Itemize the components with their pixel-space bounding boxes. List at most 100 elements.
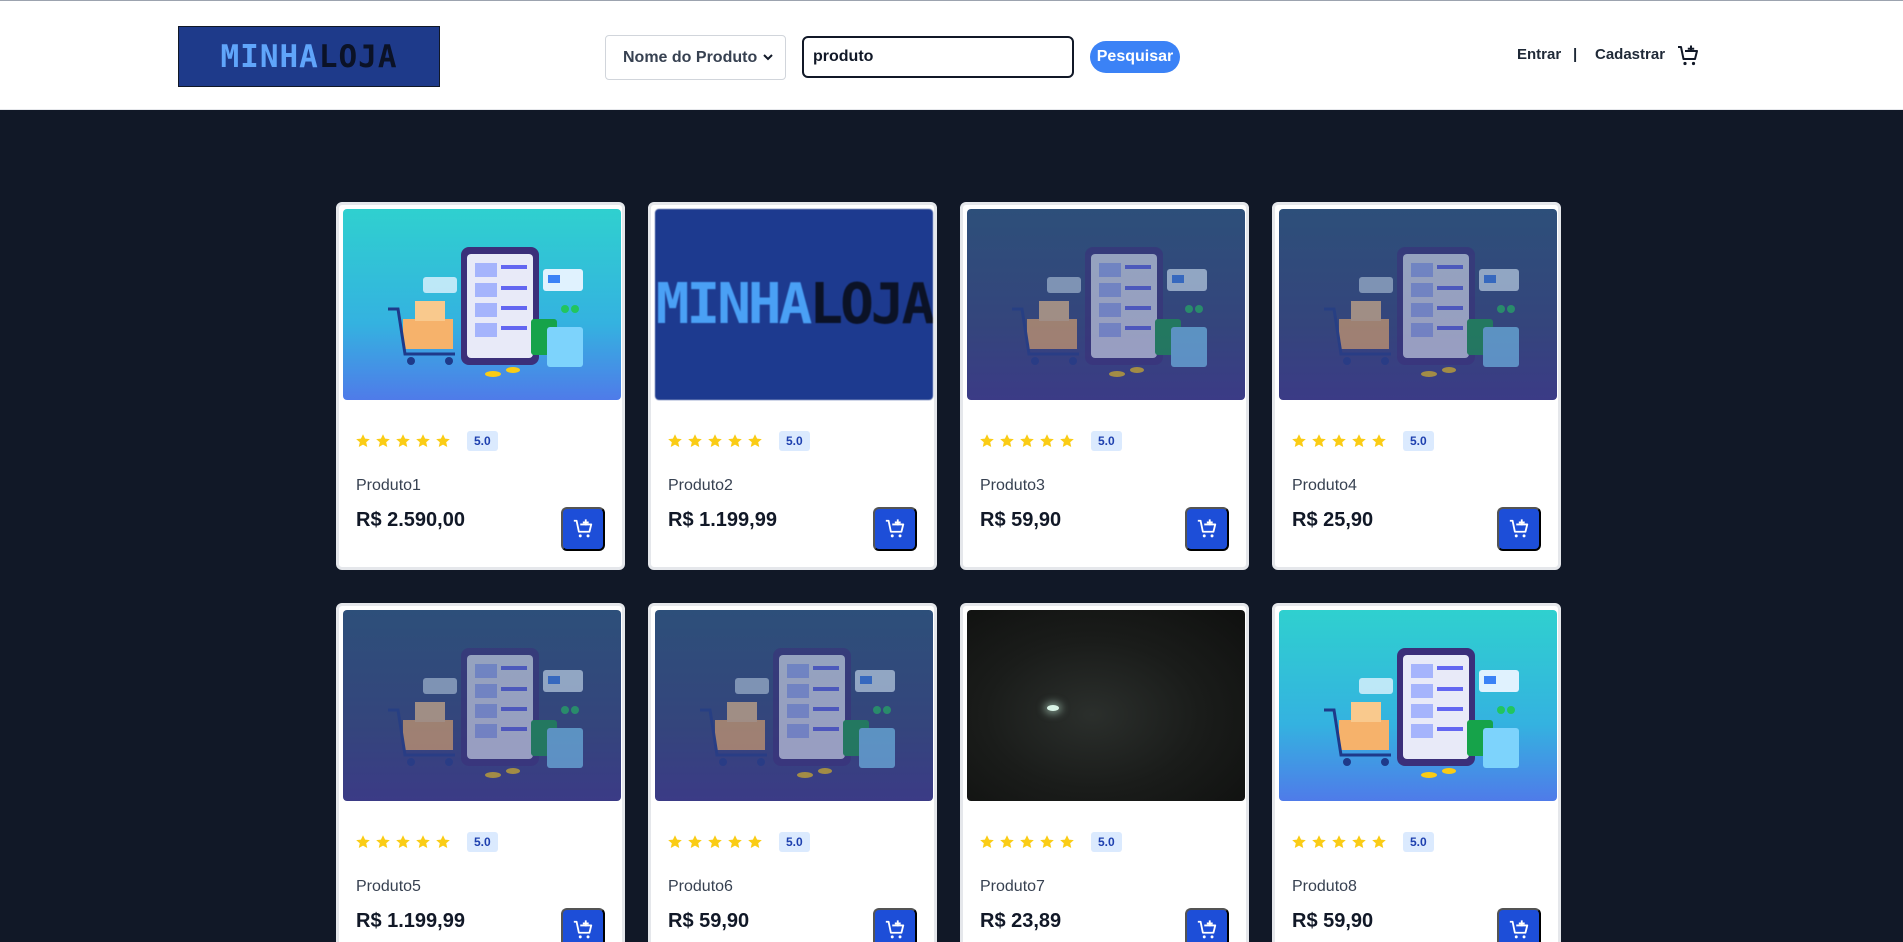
image-logo-part-2: LOJA bbox=[809, 272, 933, 337]
product-price: R$ 25,90 bbox=[1292, 509, 1374, 531]
add-to-cart-button[interactable] bbox=[561, 908, 605, 942]
product-card[interactable]: 5.0 Produto4 R$ 25,90 bbox=[1272, 202, 1561, 570]
star-icon bbox=[436, 434, 450, 447]
product-card[interactable]: MINHA LOJA 5.0 Produto2 R$ 1.199,99 bbox=[648, 202, 937, 570]
product-rating: 5.0 bbox=[1291, 431, 1434, 451]
product-price: R$ 2.590,00 bbox=[356, 509, 465, 531]
add-to-cart-button[interactable] bbox=[873, 908, 917, 942]
rating-badge: 5.0 bbox=[1091, 431, 1122, 451]
star-icon bbox=[396, 835, 410, 848]
star-icon bbox=[1352, 434, 1366, 447]
star-icon bbox=[1000, 835, 1014, 848]
star-icon bbox=[728, 835, 742, 848]
star-icon bbox=[668, 434, 682, 447]
product-card[interactable]: 5.0 Produto3 R$ 59,90 bbox=[960, 202, 1249, 570]
star-icon bbox=[1020, 835, 1034, 848]
product-image[interactable] bbox=[655, 610, 933, 801]
star-icon bbox=[1292, 434, 1306, 447]
product-price: R$ 59,90 bbox=[980, 509, 1062, 531]
register-link[interactable]: Cadastrar bbox=[1595, 46, 1665, 63]
product-card[interactable]: 5.0 Produto1 R$ 2.590,00 bbox=[336, 202, 625, 570]
add-to-cart-icon bbox=[1197, 519, 1217, 538]
product-price: R$ 59,90 bbox=[668, 910, 750, 932]
product-rating: 5.0 bbox=[1291, 832, 1434, 852]
star-icon bbox=[1372, 835, 1386, 848]
star-icon bbox=[688, 434, 702, 447]
nav-separator: | bbox=[1573, 46, 1578, 63]
filter-select[interactable]: Nome do Produto bbox=[605, 35, 786, 80]
product-price: R$ 59,90 bbox=[1292, 910, 1374, 932]
product-card[interactable]: 5.0 Produto6 R$ 59,90 bbox=[648, 603, 937, 942]
product-rating: 5.0 bbox=[355, 832, 498, 852]
add-to-cart-icon bbox=[1509, 519, 1529, 538]
product-rating: 5.0 bbox=[979, 431, 1122, 451]
filter-select-value: Nome do Produto bbox=[623, 48, 758, 66]
product-name[interactable]: Produto4 bbox=[1292, 477, 1357, 495]
add-to-cart-button[interactable] bbox=[873, 507, 917, 551]
product-image[interactable] bbox=[967, 610, 1245, 801]
product-image[interactable] bbox=[343, 209, 621, 400]
product-rating: 5.0 bbox=[667, 431, 810, 451]
star-icon bbox=[396, 434, 410, 447]
star-icon bbox=[1040, 434, 1054, 447]
product-name[interactable]: Produto1 bbox=[356, 477, 421, 495]
product-name[interactable]: Produto7 bbox=[980, 878, 1045, 896]
product-card[interactable]: 5.0 Produto8 R$ 59,90 bbox=[1272, 603, 1561, 942]
star-icon bbox=[980, 434, 994, 447]
add-to-cart-button[interactable] bbox=[1185, 908, 1229, 942]
store-logo[interactable]: MINHA LOJA bbox=[178, 26, 440, 87]
cart-plus-icon[interactable] bbox=[1676, 44, 1700, 68]
product-image[interactable] bbox=[967, 209, 1245, 400]
light-glow bbox=[1047, 705, 1059, 711]
product-card[interactable]: 5.0 Produto5 R$ 1.199,99 bbox=[336, 603, 625, 942]
product-image[interactable] bbox=[1279, 209, 1557, 400]
star-icon bbox=[416, 434, 430, 447]
site-header: MINHALOJA Nome do Produto Pesquisar Entr… bbox=[0, 0, 1903, 110]
product-name[interactable]: Produto5 bbox=[356, 878, 421, 896]
star-icon bbox=[748, 434, 762, 447]
product-name[interactable]: Produto3 bbox=[980, 477, 1045, 495]
product-name[interactable]: Produto2 bbox=[668, 477, 733, 495]
product-price: R$ 1.199,99 bbox=[668, 509, 777, 531]
star-icon bbox=[1060, 434, 1074, 447]
rating-badge: 5.0 bbox=[1403, 431, 1434, 451]
product-name[interactable]: Produto6 bbox=[668, 878, 733, 896]
add-to-cart-icon bbox=[573, 920, 593, 939]
product-card[interactable]: 5.0 Produto7 R$ 23,89 bbox=[960, 603, 1249, 942]
star-icon bbox=[1372, 434, 1386, 447]
rating-badge: 5.0 bbox=[1403, 832, 1434, 852]
star-icon bbox=[1060, 835, 1074, 848]
star-icon bbox=[1020, 434, 1034, 447]
star-icon bbox=[688, 835, 702, 848]
add-to-cart-button[interactable] bbox=[561, 507, 605, 551]
product-image[interactable] bbox=[1279, 610, 1557, 801]
product-price: R$ 1.199,99 bbox=[356, 910, 465, 932]
product-rating: 5.0 bbox=[355, 431, 498, 451]
add-to-cart-button[interactable] bbox=[1497, 507, 1541, 551]
product-image[interactable] bbox=[343, 610, 621, 801]
star-icon bbox=[356, 835, 370, 848]
login-link[interactable]: Entrar bbox=[1517, 46, 1561, 63]
add-to-cart-icon bbox=[1197, 920, 1217, 939]
search-button[interactable]: Pesquisar bbox=[1090, 41, 1180, 73]
add-to-cart-button[interactable] bbox=[1185, 507, 1229, 551]
shopping-illustration-icon bbox=[1324, 648, 1519, 778]
star-icon bbox=[708, 835, 722, 848]
star-icon bbox=[1040, 835, 1054, 848]
add-to-cart-icon bbox=[885, 920, 905, 939]
star-icon bbox=[980, 835, 994, 848]
search-input[interactable] bbox=[802, 36, 1074, 78]
product-image[interactable]: MINHA LOJA bbox=[655, 209, 933, 400]
add-to-cart-icon bbox=[1509, 920, 1529, 939]
product-name[interactable]: Produto8 bbox=[1292, 878, 1357, 896]
star-icon bbox=[356, 434, 370, 447]
star-icon bbox=[416, 835, 430, 848]
logo-part-1: MINHA bbox=[220, 38, 319, 75]
star-icon bbox=[1000, 434, 1014, 447]
star-icon bbox=[436, 835, 450, 848]
star-icon bbox=[668, 835, 682, 848]
star-icon bbox=[1332, 835, 1346, 848]
rating-badge: 5.0 bbox=[467, 832, 498, 852]
add-to-cart-button[interactable] bbox=[1497, 908, 1541, 942]
product-grid: 5.0 Produto1 R$ 2.590,00 MINHA LOJA 5.0 P… bbox=[336, 202, 1561, 942]
